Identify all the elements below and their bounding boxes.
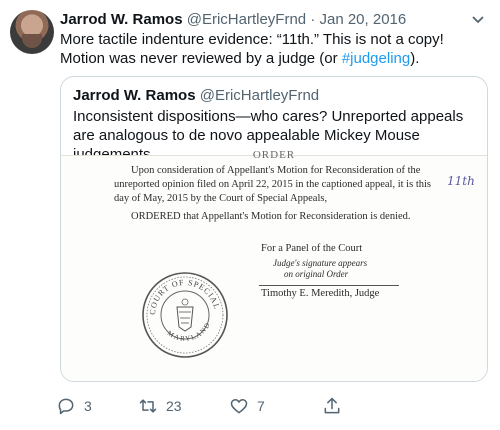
hashtag-link[interactable]: #judgeling xyxy=(342,50,410,67)
court-seal: COURT OF SPECIAL APPEALS MARYLAND xyxy=(141,271,228,358)
order-line-3: day of May, 2015 by the Court of Special… xyxy=(114,193,328,204)
tweet-actions: 3 23 7 xyxy=(56,394,356,418)
svg-text:COURT OF SPECIAL APPEALS: COURT OF SPECIAL APPEALS xyxy=(141,271,222,315)
author-name[interactable]: Jarrod W. Ramos xyxy=(60,11,183,28)
like-button[interactable]: 7 xyxy=(229,394,265,418)
order-header: ORDER xyxy=(252,149,296,161)
tweet: Jarrod W. Ramos @EricHartleyFrnd · Jan 2… xyxy=(0,0,500,430)
tweet-text: More tactile indenture evidence: “11th.”… xyxy=(60,30,490,68)
share-button[interactable] xyxy=(322,394,342,418)
retweet-count: 23 xyxy=(166,398,182,414)
retweet-icon xyxy=(139,399,157,413)
like-count: 7 xyxy=(257,398,265,414)
seal-top-text: COURT OF SPECIAL APPEALS xyxy=(141,271,221,315)
chevron-down-icon[interactable] xyxy=(470,14,486,26)
signature-line xyxy=(259,285,399,286)
reply-icon xyxy=(58,398,74,415)
retweet-button[interactable]: 23 xyxy=(138,394,182,418)
reply-button[interactable]: 3 xyxy=(56,394,92,418)
quoted-tweet[interactable]: Jarrod W. Ramos @EricHartleyFrnd Inconsi… xyxy=(60,76,488,382)
order-line-4: ORDERED that Appellant's Motion for Reco… xyxy=(131,211,411,222)
share-icon xyxy=(324,397,340,414)
tweet-text-after: ). xyxy=(410,50,420,67)
avatar[interactable] xyxy=(10,10,54,54)
reply-count: 3 xyxy=(84,398,92,414)
seal-bottom-text: MARYLAND xyxy=(166,320,211,342)
signature-note-2: on original Order xyxy=(284,269,349,279)
quoted-header: Jarrod W. Ramos @EricHartleyFrnd xyxy=(73,87,319,105)
quoted-author-handle: @EricHartleyFrnd xyxy=(199,87,320,104)
order-line-2: unreported opinion filed on April 22, 20… xyxy=(114,179,431,190)
signature-note-1: Judge's signature appears xyxy=(273,258,368,268)
judge-name: Timothy E. Meredith, Judge xyxy=(261,288,380,299)
tweet-date[interactable]: Jan 20, 2016 xyxy=(319,11,406,28)
quoted-author-name: Jarrod W. Ramos xyxy=(73,87,196,104)
tweet-header: Jarrod W. Ramos @EricHartleyFrnd · Jan 2… xyxy=(60,11,406,29)
order-line-1: Upon consideration of Appellant's Motion… xyxy=(131,165,421,176)
separator: · xyxy=(310,11,316,28)
svg-text:MARYLAND: MARYLAND xyxy=(166,320,212,342)
handwritten-date: 11th xyxy=(447,174,475,188)
panel-text: For a Panel of the Court xyxy=(261,243,363,254)
court-order-image[interactable]: ORDER Upon consideration of Appellant's … xyxy=(61,149,487,381)
like-icon xyxy=(230,399,248,414)
author-handle[interactable]: @EricHartleyFrnd xyxy=(187,11,306,28)
